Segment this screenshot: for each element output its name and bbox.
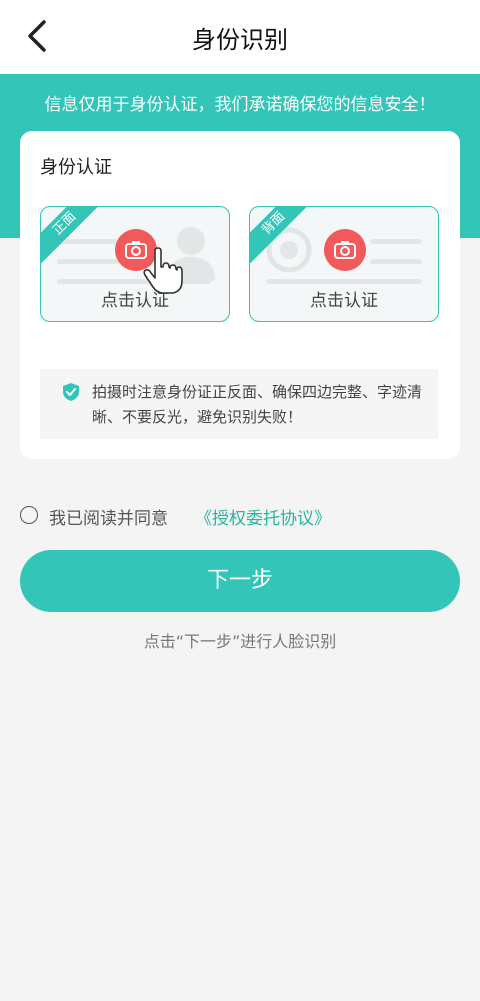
placeholder-line bbox=[266, 279, 422, 284]
front-label: 点击认证 bbox=[101, 291, 169, 311]
id-back-upload[interactable]: 背面 点击认证 bbox=[249, 206, 439, 322]
face-recognition-hint: 点击“下一步”进行人脸识别 bbox=[143, 632, 337, 651]
agree-radio[interactable] bbox=[20, 506, 38, 524]
front-tag: 正面 bbox=[41, 207, 109, 268]
shield-check-icon bbox=[63, 383, 79, 401]
placeholder-line bbox=[57, 239, 117, 244]
camera-button[interactable] bbox=[324, 229, 366, 271]
page-title: 身份识别 bbox=[192, 26, 288, 54]
privacy-banner: 信息仅用于身份认证，我们承诺确保您的信息安全！ bbox=[44, 95, 436, 115]
photo-tip: 拍摄时注意身份证正反面、确保四边完整、字迹清晰、不要反光，避免识别失败！ bbox=[40, 369, 438, 439]
placeholder-line bbox=[370, 259, 422, 264]
card-title: 身份认证 bbox=[40, 157, 112, 178]
id-verification-card: 身份认证 正面 点击认证 背面 点击认证 拍摄时注意身份证正反面、确保四边完整、… bbox=[20, 131, 460, 459]
next-button[interactable]: 下一步 bbox=[20, 550, 460, 612]
camera-icon bbox=[334, 241, 356, 259]
header: 身份识别 bbox=[0, 0, 480, 74]
agreement-link[interactable]: 《授权委托协议》 bbox=[195, 504, 331, 529]
back-label: 点击认证 bbox=[310, 291, 378, 311]
agreement-text: 我已阅读并同意 bbox=[49, 509, 168, 529]
tip-text: 拍摄时注意身份证正反面、确保四边完整、字迹清晰、不要反光，避免识别失败！ bbox=[92, 383, 423, 426]
id-front-upload[interactable]: 正面 点击认证 bbox=[40, 206, 230, 322]
placeholder-line bbox=[370, 239, 422, 244]
